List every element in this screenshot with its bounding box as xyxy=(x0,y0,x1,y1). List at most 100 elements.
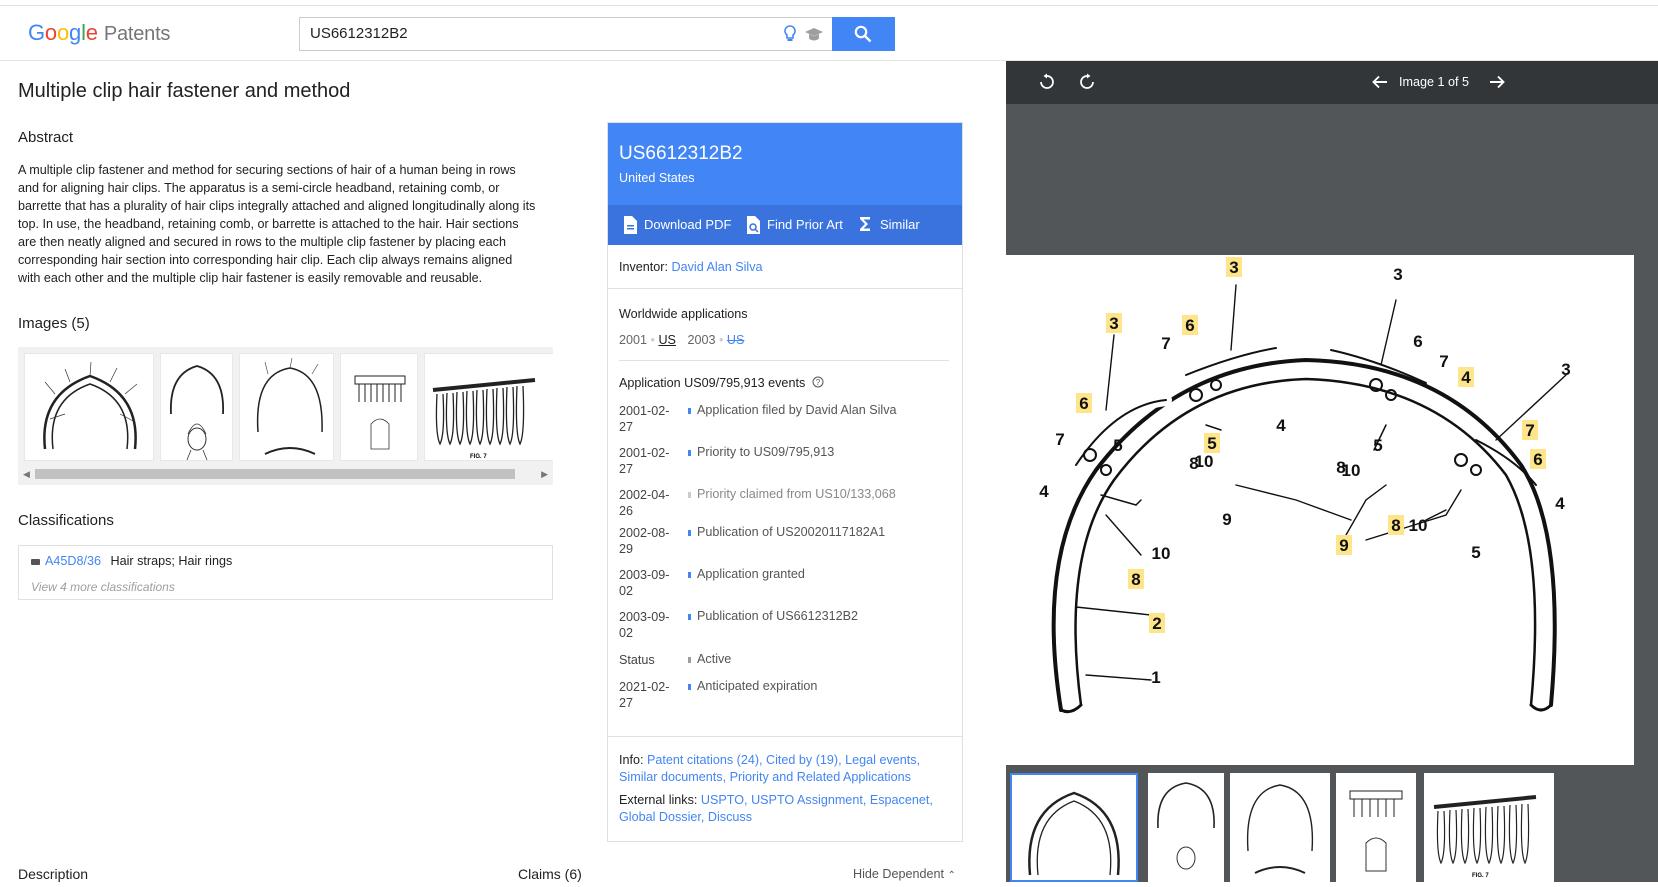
view-more-classifications[interactable]: View 4 more classifications xyxy=(31,580,175,594)
image-thumbnail[interactable] xyxy=(24,353,154,461)
priority-applications-link[interactable]: Priority and Related Applications xyxy=(730,770,911,784)
global-dossier-link[interactable]: Global Dossier, xyxy=(619,810,704,824)
figure-label: 6 xyxy=(1533,450,1542,469)
svg-text:?: ? xyxy=(816,378,821,387)
cited-by-link[interactable]: Cited by (19), xyxy=(766,753,842,767)
figure-label: 4 xyxy=(1461,368,1471,387)
fig-label: FIG. 7 xyxy=(470,454,487,460)
prior-art-icon xyxy=(747,216,760,234)
event-text: Application granted xyxy=(688,567,805,581)
viewer-thumbnail[interactable] xyxy=(1148,773,1224,882)
find-prior-art-label: Find Prior Art xyxy=(767,217,843,232)
patent-figure-page[interactable]: 3 3 3 3 6 6 6 6 7 7 7 7 4 4 4 4 5 5 5 5 … xyxy=(1006,255,1634,765)
event-text: Application filed by David Alan Silva xyxy=(688,403,897,417)
viewer-thumbnail[interactable] xyxy=(1336,773,1416,882)
description-heading: Description xyxy=(18,866,89,882)
event-text: Priority to US09/795,913 xyxy=(688,445,834,459)
info-links: Info: Patent citations (24), Cited by (1… xyxy=(619,752,949,786)
external-label: External links: xyxy=(619,793,698,807)
hide-dependent-button[interactable]: Hide Dependent ⌃ xyxy=(853,867,956,881)
image-thumbnail[interactable]: FIG. 7 xyxy=(424,353,553,461)
inventor-link[interactable]: David Alan Silva xyxy=(672,260,763,274)
figure-label: 7 xyxy=(1055,430,1064,449)
events-heading-text: Application US09/795,913 events xyxy=(619,376,806,390)
scroll-right-icon[interactable]: ▶ xyxy=(541,469,548,480)
download-pdf-label: Download PDF xyxy=(644,217,732,232)
worldwide-heading: Worldwide applications xyxy=(619,307,748,321)
rotate-right-icon[interactable] xyxy=(1078,73,1096,91)
event-text: Publication of US6612312B2 xyxy=(688,609,858,623)
image-thumbnail[interactable] xyxy=(160,353,233,461)
figure-label: 6 xyxy=(1079,394,1088,413)
figure-label: 7 xyxy=(1525,421,1534,440)
similar-button[interactable]: Similar xyxy=(860,217,920,232)
sigma-icon xyxy=(860,217,870,231)
graduation-cap-icon[interactable] xyxy=(804,26,824,42)
download-pdf-button[interactable]: Download PDF xyxy=(624,216,732,234)
similar-label: Similar xyxy=(880,217,920,232)
status-label: Status xyxy=(619,653,655,667)
figure-label: 4 xyxy=(1276,416,1286,435)
figure-label: 5 xyxy=(1207,434,1216,453)
scroll-left-icon[interactable]: ◀ xyxy=(23,469,30,480)
event-text: Anticipated expiration xyxy=(688,679,817,693)
image-thumbnail[interactable] xyxy=(340,353,418,461)
patent-citations-link[interactable]: Patent citations (24), xyxy=(647,753,763,767)
bulb-icon[interactable] xyxy=(782,24,798,44)
viewer-thumbnail[interactable] xyxy=(1010,773,1138,882)
similar-documents-link[interactable]: Similar documents, xyxy=(619,770,726,784)
figure-label: 1 xyxy=(1151,668,1160,687)
figure-label: 5 xyxy=(1113,436,1122,455)
viewer-toolbar: Image 1 of 5 xyxy=(1006,61,1658,104)
classification-code-link[interactable]: A45D8/36 xyxy=(45,554,101,568)
google-patents-logo[interactable]: Google Patents xyxy=(28,20,170,46)
scroll-thumb[interactable] xyxy=(35,469,515,479)
event-date: 2001-02-27 xyxy=(619,446,670,476)
figure-label: 3 xyxy=(1109,314,1118,333)
image-thumbnail[interactable] xyxy=(239,353,334,461)
find-prior-art-button[interactable]: Find Prior Art xyxy=(747,216,843,234)
figure-label: 7 xyxy=(1161,334,1170,353)
image-viewer: Image 1 of 5 3 3 3 3 6 6 6 6 7 7 7 7 4 4… xyxy=(1006,61,1658,882)
status-value: Active xyxy=(688,652,731,666)
divider xyxy=(619,360,949,361)
uspto-link[interactable]: USPTO, xyxy=(701,793,748,807)
viewer-thumbnail[interactable]: FIG. 7 xyxy=(1424,773,1554,882)
patent-card: US6612312B2 United States Download PDF F… xyxy=(607,122,963,842)
espacenet-link[interactable]: Espacenet, xyxy=(870,793,933,807)
image-thumbnail-strip: FIG. 7 ◀ ▶ xyxy=(18,347,553,485)
figure-label: 8 xyxy=(1391,516,1400,535)
help-icon[interactable]: ? xyxy=(812,376,824,388)
discuss-link[interactable]: Discuss xyxy=(708,810,752,824)
search-button[interactable] xyxy=(832,17,895,51)
worldwide-country-link[interactable]: US xyxy=(727,333,745,347)
chevron-up-icon: ⌃ xyxy=(947,870,956,881)
logo-google: Google xyxy=(28,20,98,45)
classification-row: A45D8/36 Hair straps; Hair rings xyxy=(31,554,232,568)
uspto-assignment-link[interactable]: USPTO Assignment, xyxy=(751,793,866,807)
arrow-right-icon[interactable] xyxy=(1488,73,1506,91)
arrow-left-icon[interactable] xyxy=(1371,73,1389,91)
figure-label: 5 xyxy=(1373,436,1382,455)
worldwide-country-link[interactable]: US xyxy=(658,333,676,347)
event-date: 2003-09-02 xyxy=(619,610,670,640)
search-input[interactable] xyxy=(310,25,740,42)
divider xyxy=(608,288,962,289)
figure-label: 2 xyxy=(1152,614,1161,633)
search-box xyxy=(299,17,832,51)
patent-number: US6612312B2 xyxy=(619,143,743,164)
fig-label: FIG. 7 xyxy=(1472,873,1489,879)
figure-label: 3 xyxy=(1229,258,1238,277)
classification-desc: Hair straps; Hair rings xyxy=(110,554,233,568)
legal-events-link[interactable]: Legal events, xyxy=(845,753,920,767)
tag-icon xyxy=(31,558,40,565)
classifications-box: A45D8/36 Hair straps; Hair rings View 4 … xyxy=(18,545,553,600)
divider xyxy=(608,736,962,737)
figure-label: 9 xyxy=(1339,536,1348,555)
viewer-thumbnail[interactable] xyxy=(1230,773,1330,882)
pdf-icon xyxy=(624,216,637,234)
rotate-left-icon[interactable] xyxy=(1038,73,1056,91)
search-icon xyxy=(854,25,872,43)
figure-label: 10 xyxy=(1342,461,1361,480)
thumbnail-scrollbar[interactable]: ◀ ▶ xyxy=(18,466,553,481)
